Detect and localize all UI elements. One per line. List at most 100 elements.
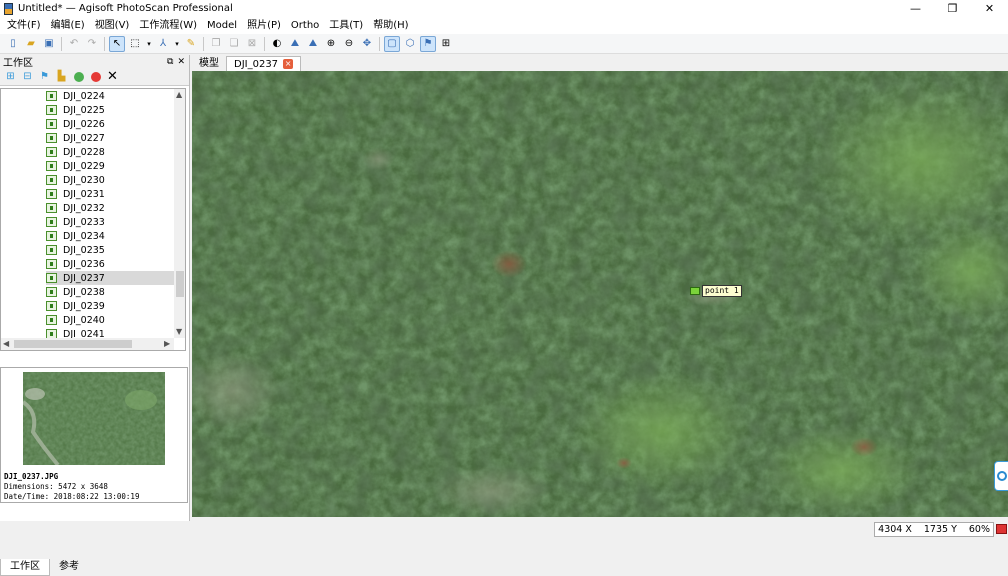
chevron-down-icon[interactable]: ▾ [145,36,153,52]
menu-bar: 文件(F) 编辑(E) 视图(V) 工作流程(W) Model 照片(P) Or… [0,17,1008,34]
add-folder-icon[interactable]: ⚑ [37,69,52,84]
float-icon[interactable]: ⧉ [167,57,173,67]
panel-close-icon[interactable]: ✕ [177,57,185,67]
camera-icon [46,259,57,269]
camera-item[interactable]: DJI_0226 [46,117,174,131]
navigation-icon[interactable] [994,461,1008,491]
scroll-thumb[interactable] [176,271,184,297]
camera-item[interactable]: DJI_0229 [46,159,174,173]
menu-file[interactable]: 文件(F) [2,17,46,34]
flag-icon[interactable]: ⚑ [420,35,436,52]
mountain-icon[interactable]: ⛰ [287,36,303,52]
zoom-in-icon[interactable]: ⊕ [323,36,339,52]
menu-photo[interactable]: 照片(P) [242,17,286,34]
camera-item[interactable]: DJI_0237 [46,271,174,285]
camera-icon [46,175,57,185]
camera-item[interactable]: DJI_0227 [46,131,174,145]
tab-close-icon[interactable]: × [283,59,294,69]
redo-icon[interactable]: ↷ [84,36,100,52]
scroll-left-icon[interactable]: ◀ [3,339,9,348]
camera-item[interactable]: DJI_0230 [46,173,174,187]
camera-item[interactable]: DJI_0225 [46,103,174,117]
tab-reference[interactable]: 参考 [50,559,88,576]
ruler-icon[interactable]: ⅄ [155,36,171,52]
camera-label: DJI_0231 [63,188,105,200]
main-toolbar: ▯ ▰ ▣ ↶ ↷ ↖ ⬚ ▾ ⅄ ▾ ✎ ❐ ❏ ⊠ ◐ ⛰ ⛰ ⊕ ⊖ ✥ … [0,34,1008,54]
camera-item[interactable]: DJI_0238 [46,285,174,299]
menu-tools[interactable]: 工具(T) [324,17,368,34]
markers-icon[interactable]: ▙ [54,69,69,84]
chevron-down-icon[interactable]: ▾ [173,36,181,52]
camera-icon [46,203,57,213]
select-icon[interactable]: ↖ [109,35,125,52]
camera-item[interactable]: DJI_0231 [46,187,174,201]
camera-label: DJI_0235 [63,244,105,256]
enable-icon[interactable] [71,69,86,84]
camera-icon [46,105,57,115]
workspace-panel: 工作区 ⧉ ✕ ⊞ ⊟ ⚑ ▙ ✕ DJI_0224 DJI_0225 DJI_02… [0,55,190,576]
vertical-scrollbar[interactable]: ▲ ▼ [174,89,185,338]
camera-item[interactable]: DJI_0239 [46,299,174,313]
camera-item[interactable]: DJI_0235 [46,243,174,257]
tab-workspace[interactable]: 工作区 [0,559,50,576]
shape-icon[interactable]: ⬡ [402,36,418,52]
camera-item[interactable]: DJI_0224 [46,89,174,103]
undo-icon[interactable]: ↶ [66,36,82,52]
camera-label: DJI_0230 [63,174,105,186]
grid-icon[interactable]: ⊞ [438,36,454,52]
shading-icon[interactable]: ◐ [269,36,285,52]
title-bar: Untitled* — Agisoft PhotoScan Profession… [0,0,1008,17]
menu-view[interactable]: 视图(V) [90,17,135,34]
menu-ortho[interactable]: Ortho [286,17,324,34]
camera-item[interactable]: DJI_0233 [46,215,174,229]
remove-icon[interactable]: ✕ [105,69,120,84]
save-icon[interactable]: ▣ [41,36,57,52]
tab-model[interactable]: 模型 [192,56,226,71]
menu-model[interactable]: Model [202,17,242,34]
add-chunk-icon[interactable]: ⊞ [3,69,18,84]
camera-icon [46,273,57,283]
camera-item[interactable]: DJI_0234 [46,229,174,243]
workspace-title: 工作区 [3,58,33,69]
rect-select-icon[interactable]: ⬚ [127,36,143,52]
view-mode-icon[interactable]: ▢ [384,35,400,52]
new-icon[interactable]: ▯ [5,36,21,52]
terrain-icon[interactable]: ⛰ [305,36,321,52]
camera-label: DJI_0229 [63,160,105,172]
brush-icon[interactable]: ✎ [183,36,199,52]
menu-workflow[interactable]: 工作流程(W) [134,17,202,34]
restore-button[interactable]: ❐ [934,0,971,17]
camera-item[interactable]: DJI_0236 [46,257,174,271]
scroll-thumb[interactable] [14,340,132,348]
menu-help[interactable]: 帮助(H) [368,17,413,34]
camera-item[interactable]: DJI_0232 [46,201,174,215]
scroll-up-icon[interactable]: ▲ [176,90,182,99]
minimize-button[interactable]: — [897,0,934,17]
disable-icon[interactable] [88,69,103,84]
open-icon[interactable]: ▰ [23,36,39,52]
camera-icon [46,301,57,311]
photo-viewport[interactable]: point 1 [192,71,1008,517]
add-photos-icon[interactable]: ⊟ [20,69,35,84]
scroll-right-icon[interactable]: ▶ [164,339,170,348]
copy-icon[interactable]: ❐ [208,36,224,52]
menu-edit[interactable]: 编辑(E) [46,17,90,34]
photo-dimensions: Dimensions: 5472 x 3648 [4,482,108,491]
camera-label: DJI_0224 [63,90,105,102]
camera-label: DJI_0228 [63,146,105,158]
camera-label: DJI_0226 [63,118,105,130]
camera-item[interactable]: DJI_0240 [46,313,174,327]
horizontal-scrollbar[interactable]: ◀ ▶ [1,338,174,350]
status-bar: 4304 X 1735 Y 60% [0,521,1008,537]
camera-item[interactable]: DJI_0228 [46,145,174,159]
zoom-out-icon[interactable]: ⊖ [341,36,357,52]
photo-filename: DJI_0237.JPG [4,472,59,481]
camera-icon [46,189,57,199]
paste-icon[interactable]: ❏ [226,36,242,52]
marker-point-1[interactable]: point 1 [690,285,742,297]
scroll-down-icon[interactable]: ▼ [176,327,182,336]
close-button[interactable]: ✕ [971,0,1008,17]
move-icon[interactable]: ✥ [359,36,375,52]
crop-icon[interactable]: ⊠ [244,36,260,52]
tab-photo[interactable]: DJI_0237 × [226,56,302,71]
